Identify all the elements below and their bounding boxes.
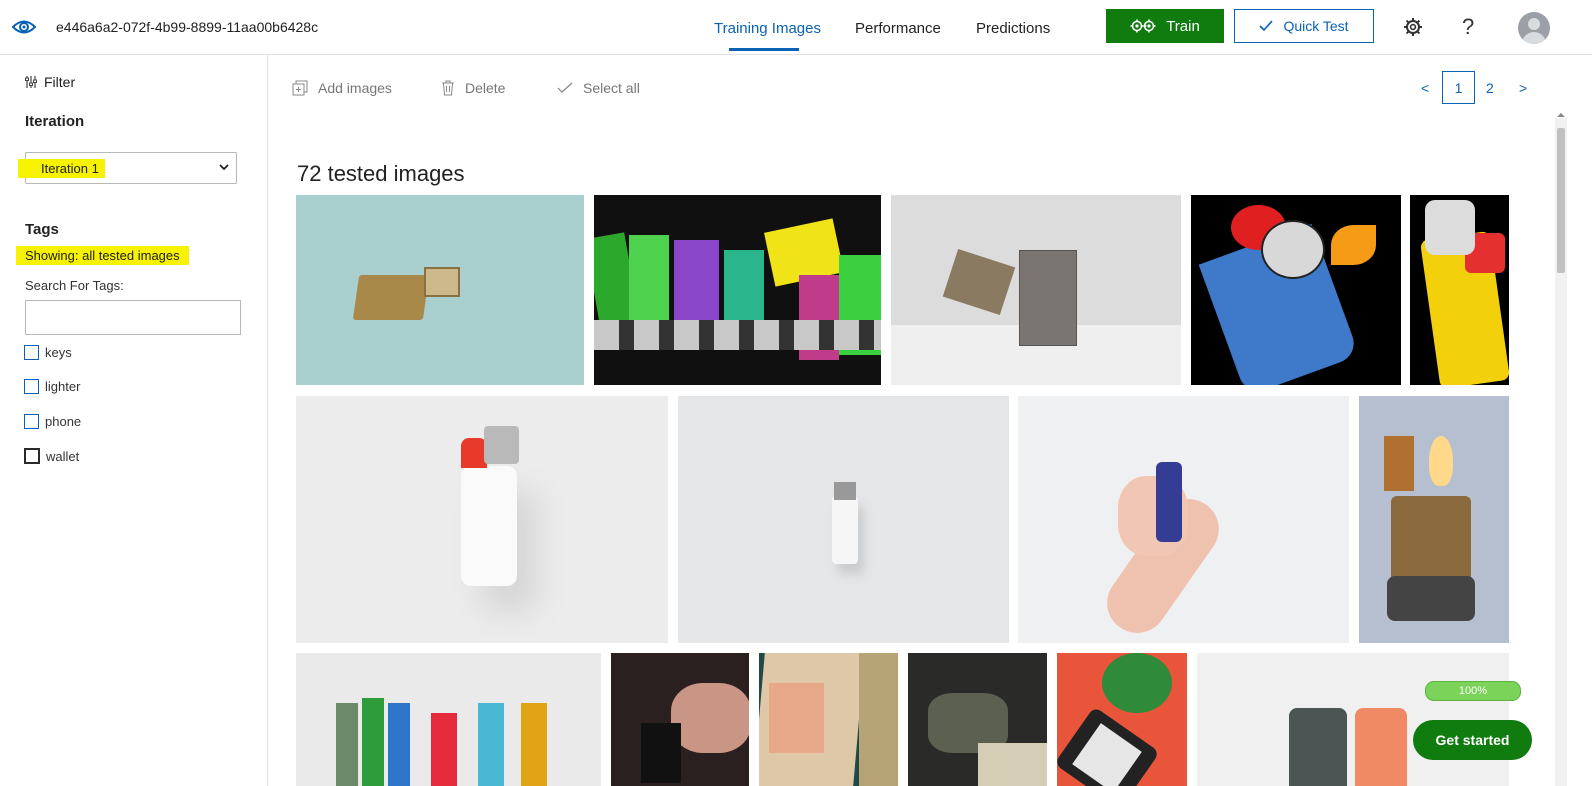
iteration-select[interactable]: Iteration 1: [18, 152, 237, 184]
image-thumbnail[interactable]: [296, 653, 601, 786]
tag-checkbox-phone[interactable]: phone: [24, 414, 81, 429]
sidebar: Filter Iteration Iteration 1 Tags Showin…: [0, 55, 268, 786]
avatar[interactable]: [1518, 12, 1550, 44]
search-tags-label: Search For Tags:: [25, 278, 124, 293]
get-started-button[interactable]: Get started: [1413, 720, 1532, 760]
scrollbar-thumb[interactable]: [1557, 128, 1565, 273]
page-prev-button[interactable]: <: [1421, 80, 1429, 96]
filter-sliders-icon: [25, 76, 37, 88]
check-icon: [557, 82, 573, 93]
active-tab-indicator: [729, 48, 799, 51]
page-next-button[interactable]: >: [1519, 80, 1527, 96]
tag-label: lighter: [45, 379, 81, 394]
tab-performance[interactable]: Performance: [855, 20, 941, 37]
tag-checkbox-wallet[interactable]: wallet: [24, 448, 79, 464]
page-1-button[interactable]: 1: [1442, 71, 1475, 104]
chevron-down-icon: [219, 164, 229, 171]
trash-icon: [442, 80, 454, 96]
tag-checkbox-keys[interactable]: keys: [24, 345, 72, 360]
page-2-button[interactable]: 2: [1486, 80, 1494, 96]
train-button[interactable]: Train: [1106, 9, 1224, 43]
tab-training-images[interactable]: Training Images: [714, 20, 821, 37]
checkmark-icon: [1259, 20, 1274, 32]
image-thumbnail[interactable]: [1359, 396, 1509, 643]
image-thumbnail[interactable]: [611, 653, 749, 786]
filter-label: Filter: [44, 74, 76, 90]
eye-icon[interactable]: [11, 14, 37, 40]
checkbox[interactable]: [24, 345, 39, 360]
train-label: Train: [1166, 17, 1200, 35]
image-thumbnail[interactable]: [1057, 653, 1187, 786]
search-tags-input[interactable]: [25, 300, 241, 335]
add-images-label: Add images: [318, 80, 392, 96]
avatar-head: [1528, 18, 1540, 30]
image-thumbnail[interactable]: [891, 195, 1181, 385]
image-thumbnail[interactable]: [296, 396, 668, 643]
image-thumbnail[interactable]: [1410, 195, 1509, 385]
top-bar: e446a6a2-072f-4b99-8899-11aa00b6428c Tra…: [0, 0, 1592, 55]
image-thumbnail[interactable]: [678, 396, 1009, 643]
checkbox[interactable]: [24, 448, 40, 464]
image-thumbnail[interactable]: [1191, 195, 1401, 385]
add-image-icon: [292, 80, 308, 96]
tag-label: wallet: [46, 448, 80, 464]
iteration-selected-value: Iteration 1: [18, 159, 105, 178]
quick-test-label: Quick Test: [1283, 18, 1349, 34]
select-all-label: Select all: [583, 80, 640, 96]
tags-heading: Tags: [25, 221, 59, 238]
scrollbar[interactable]: [1555, 118, 1567, 786]
checkbox[interactable]: [24, 379, 39, 394]
avatar-body: [1522, 32, 1546, 44]
gear-pair-icon: [1130, 19, 1156, 33]
select-all-button[interactable]: Select all: [557, 80, 640, 96]
delete-button[interactable]: Delete: [441, 80, 505, 96]
tag-checkbox-lighter[interactable]: lighter: [24, 379, 80, 394]
filter-button[interactable]: Filter: [24, 74, 75, 90]
image-thumbnail[interactable]: [594, 195, 881, 385]
help-icon[interactable]: ?: [1462, 14, 1474, 40]
showing-status: Showing: all tested images: [16, 246, 189, 265]
progress-pill: 100%: [1425, 681, 1521, 701]
tag-label: phone: [45, 414, 82, 429]
project-id: e446a6a2-072f-4b99-8899-11aa00b6428c: [56, 19, 319, 35]
image-thumbnail[interactable]: [296, 195, 584, 385]
quick-test-button[interactable]: Quick Test: [1234, 9, 1374, 43]
tag-label: keys: [45, 345, 72, 360]
tab-predictions[interactable]: Predictions: [976, 20, 1050, 37]
image-thumbnail[interactable]: [908, 653, 1047, 786]
settings-gear-icon[interactable]: [1403, 17, 1423, 37]
page-number: 1: [1454, 79, 1463, 96]
tested-images-heading: 72 tested images: [297, 161, 465, 186]
add-images-button[interactable]: Add images: [292, 80, 392, 96]
image-thumbnail[interactable]: [759, 653, 898, 786]
image-thumbnail[interactable]: [1018, 396, 1349, 643]
checkbox[interactable]: [24, 414, 39, 429]
delete-label: Delete: [465, 80, 506, 96]
iteration-heading: Iteration: [25, 113, 85, 130]
